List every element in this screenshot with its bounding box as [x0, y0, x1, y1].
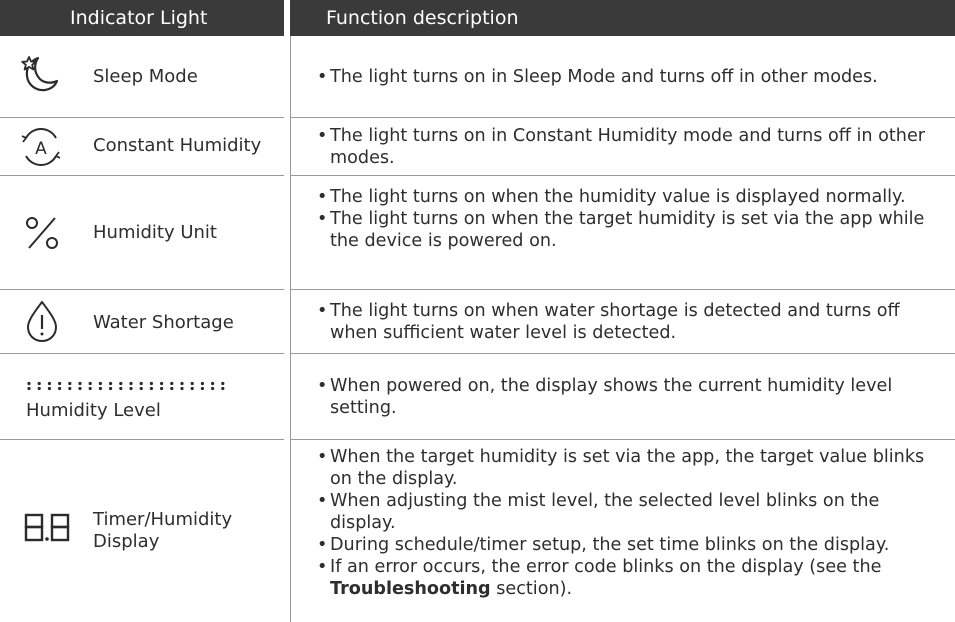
- description-list: When powered on, the display shows the c…: [317, 375, 950, 419]
- description-bullet: When the target humidity is set via the …: [317, 446, 950, 490]
- table-row-sleep-mode: Sleep Mode The light turns on in Sleep M…: [0, 36, 955, 118]
- description-list: The light turns on when water shortage i…: [317, 300, 950, 344]
- indicator-cell: Sleep Mode: [0, 36, 284, 118]
- description-cell: The light turns on in Sleep Mode and tur…: [290, 36, 955, 118]
- humidity-level-dot: [221, 381, 225, 386]
- percent-icon: [24, 215, 60, 255]
- description-bullet-troubleshooting: If an error occurs, the error code blink…: [317, 556, 950, 600]
- humidity-level-dot: [180, 386, 184, 391]
- description-cell: When powered on, the display shows the c…: [290, 354, 955, 440]
- humidity-level-dot: [200, 381, 204, 386]
- humidity-level-dot: [47, 386, 51, 391]
- description-bullet: The light turns on when water shortage i…: [317, 300, 950, 344]
- humidity-level-dot: [211, 386, 215, 391]
- humidity-level-dot: [78, 386, 82, 391]
- indicator-cell: Timer/Humidity Display: [0, 440, 284, 622]
- humidity-level-dot: [68, 381, 72, 386]
- indicator-label: Humidity Unit: [93, 222, 217, 243]
- humidity-level-dot: [190, 381, 194, 386]
- indicator-label: Humidity Level: [26, 400, 161, 421]
- svg-text:A: A: [35, 139, 47, 159]
- indicator-label: Water Shortage: [93, 312, 234, 333]
- humidity-level-dot: [149, 386, 153, 391]
- indicator-label: Constant Humidity: [93, 135, 262, 156]
- humidity-level-dot: [129, 386, 133, 391]
- description-cell: The light turns on in Constant Humidity …: [290, 118, 955, 176]
- table-row-constant-humidity: A Constant Humidity The light turns on i…: [0, 118, 955, 176]
- humidity-level-dot: [200, 386, 204, 391]
- description-cell: When the target humidity is set via the …: [290, 440, 955, 622]
- sleep-moon-star-icon: [21, 54, 61, 100]
- humidity-level-dot: [58, 381, 62, 386]
- indicator-cell: Water Shortage: [0, 290, 284, 354]
- constant-humidity-a-icon: A: [18, 128, 64, 170]
- water-drop-exclamation-icon: [24, 300, 60, 348]
- humidity-level-dot: [37, 386, 41, 391]
- humidity-level-dot: [109, 386, 113, 391]
- humidity-level-dot: [149, 381, 153, 386]
- humidity-level-dot: [180, 381, 184, 386]
- indicator-cell: A Constant Humidity: [0, 118, 284, 176]
- header-function-description-text: Function description: [326, 7, 519, 29]
- humidity-level-dot: [119, 386, 123, 391]
- description-list: The light turns on in Sleep Mode and tur…: [317, 66, 950, 88]
- humidity-level-dot: [27, 381, 31, 386]
- humidity-level-dot: [170, 381, 174, 386]
- indicator-cell: Humidity Unit: [0, 176, 284, 290]
- header-function-description: Function description: [290, 0, 955, 36]
- humidity-level-dot: [78, 381, 82, 386]
- description-list: When the target humidity is set via the …: [317, 446, 950, 600]
- humidity-level-dot: [160, 381, 164, 386]
- description-bullet: The light turns on when the target humid…: [317, 208, 950, 252]
- description-bullet: When adjusting the mist level, the selec…: [317, 490, 950, 534]
- indicator-cell: Humidity Level: [0, 354, 284, 440]
- humidity-level-dots-icon: [26, 376, 232, 395]
- table-row-humidity-level: Humidity Level When powered on, the disp…: [0, 354, 955, 440]
- humidity-level-dot: [170, 386, 174, 391]
- description-bullet: The light turns on in Constant Humidity …: [317, 125, 950, 169]
- description-bullet: During schedule/timer setup, the set tim…: [317, 534, 950, 556]
- header-indicator-light: Indicator Light: [0, 0, 284, 36]
- indicator-label: Timer/Humidity Display: [93, 509, 233, 552]
- humidity-level-dot: [27, 386, 31, 391]
- table-row-timer-humidity-display: Timer/Humidity Display When the target h…: [0, 440, 955, 622]
- humidity-level-dot: [190, 386, 194, 391]
- troubleshooting-reference: Troubleshooting: [330, 579, 491, 599]
- humidity-level-dot: [160, 386, 164, 391]
- humidity-level-dot: [139, 381, 143, 386]
- description-bullet: The light turns on when the humidity val…: [317, 186, 950, 208]
- bullet-text-before: If an error occurs, the error code blink…: [330, 557, 882, 577]
- description-cell: The light turns on when water shortage i…: [290, 290, 955, 354]
- description-cell: The light turns on when the humidity val…: [290, 176, 955, 290]
- humidity-level-dot: [88, 386, 92, 391]
- humidity-level-dot: [211, 381, 215, 386]
- humidity-level-dot: [88, 381, 92, 386]
- seven-segment-88-icon: [24, 513, 72, 547]
- humidity-level-dot: [98, 381, 102, 386]
- indicator-label: Sleep Mode: [93, 66, 198, 87]
- humidity-level-dot: [37, 381, 41, 386]
- humidity-level-dot: [47, 381, 51, 386]
- table-row-water-shortage: Water Shortage The light turns on when w…: [0, 290, 955, 354]
- humidity-level-dot: [139, 386, 143, 391]
- bullet-text-after: section).: [490, 579, 573, 599]
- description-bullet: When powered on, the display shows the c…: [317, 375, 950, 419]
- description-bullet: The light turns on in Sleep Mode and tur…: [317, 66, 950, 88]
- header-indicator-light-text: Indicator Light: [70, 7, 208, 29]
- humidity-level-dot: [98, 386, 102, 391]
- humidity-level-dot: [221, 386, 225, 391]
- table-row-humidity-unit: Humidity Unit The light turns on when th…: [0, 176, 955, 290]
- humidity-level-dot: [129, 381, 133, 386]
- humidity-level-dot: [68, 386, 72, 391]
- humidity-level-dot: [119, 381, 123, 386]
- description-list: The light turns on in Constant Humidity …: [317, 125, 950, 169]
- humidity-level-dot: [58, 386, 62, 391]
- humidity-level-dot: [109, 381, 113, 386]
- description-list: The light turns on when the humidity val…: [317, 186, 950, 252]
